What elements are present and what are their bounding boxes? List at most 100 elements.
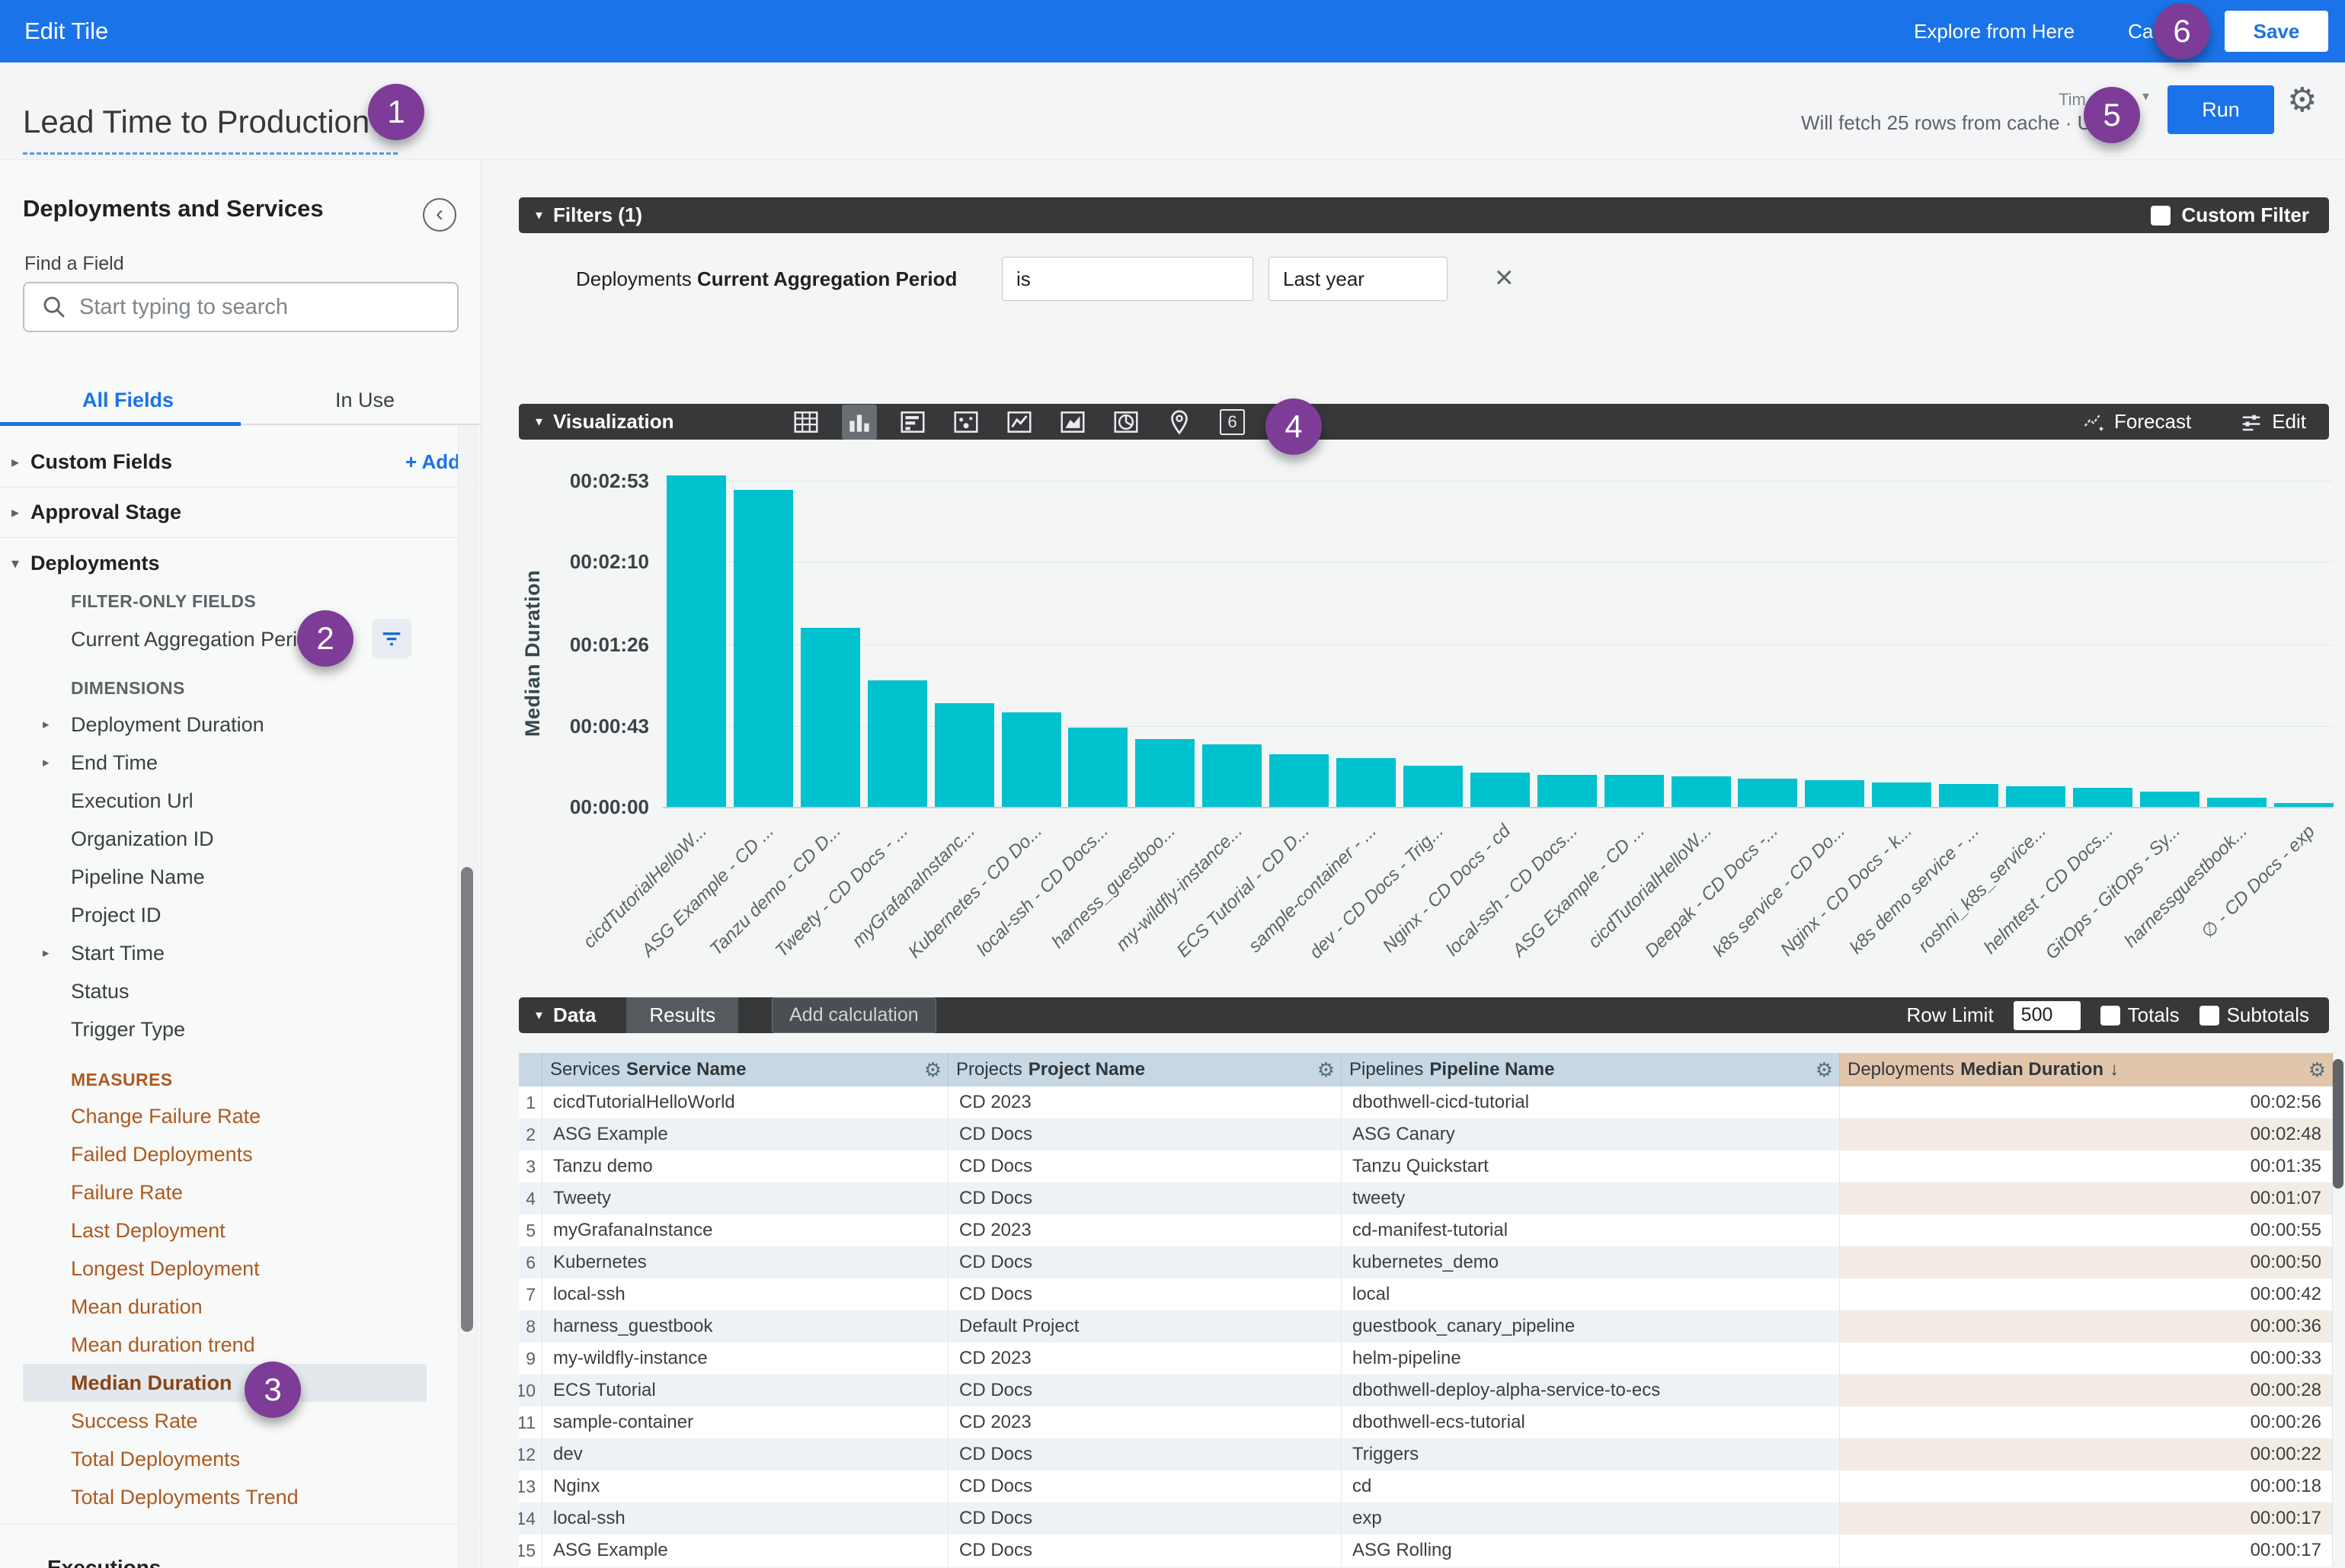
bar[interactable]	[1738, 779, 1797, 807]
table-row[interactable]: 1cicdTutorialHelloWorldCD 2023dbothwell-…	[519, 1086, 2333, 1118]
viz-area-chart-icon[interactable]	[1055, 405, 1090, 440]
results-tab[interactable]: Results	[626, 997, 738, 1033]
bar[interactable]	[1672, 776, 1731, 807]
table-row[interactable]: 3Tanzu demoCD DocsTanzu Quickstart00:01:…	[519, 1150, 2333, 1182]
table-row[interactable]: 8harness_guestbookDefault Projectguestbo…	[519, 1310, 2333, 1342]
bar[interactable]	[1269, 754, 1329, 807]
bar[interactable]	[2006, 786, 2065, 807]
measure-item[interactable]: Last Deployment	[0, 1211, 460, 1250]
bar[interactable]	[1202, 744, 1262, 807]
column-gear-icon[interactable]: ⚙	[1816, 1058, 1833, 1082]
bar-chart[interactable]: Median Duration 00:00:0000:00:4300:01:26…	[481, 440, 2345, 997]
forecast-button[interactable]: Forecast	[2082, 410, 2191, 434]
bar[interactable]	[1470, 773, 1530, 807]
viz-column-chart-icon[interactable]	[842, 405, 877, 440]
bar[interactable]	[1604, 775, 1664, 807]
bar[interactable]	[2207, 798, 2267, 807]
bar[interactable]	[935, 703, 994, 807]
viz-bar-chart-icon[interactable]	[895, 405, 930, 440]
visualization-section-header[interactable]: ▾ Visualization	[519, 404, 2329, 440]
run-button[interactable]: Run	[2167, 85, 2274, 134]
viz-table-icon[interactable]	[789, 405, 824, 440]
viz-map-icon[interactable]	[1162, 405, 1197, 440]
dimension-item[interactable]: Trigger Type	[0, 1010, 460, 1048]
save-button[interactable]: Save	[2225, 11, 2328, 52]
table-row[interactable]: 13NginxCD Docscd00:00:18	[519, 1470, 2333, 1502]
column-header[interactable]: ServicesService Name⚙	[542, 1053, 949, 1086]
bar[interactable]	[1403, 766, 1463, 807]
table-row[interactable]: 9my-wildfly-instanceCD 2023helm-pipeline…	[519, 1342, 2333, 1374]
table-row[interactable]: 12devCD DocsTriggers00:00:22	[519, 1438, 2333, 1470]
dimension-item[interactable]: Execution Url	[0, 782, 460, 820]
bar[interactable]	[1537, 775, 1597, 807]
group-deployments[interactable]: ▾ Deployments 2	[0, 538, 481, 588]
table-row[interactable]: 6KubernetesCD Docskubernetes_demo00:00:5…	[519, 1246, 2333, 1278]
dimension-item[interactable]: Project ID	[0, 896, 460, 934]
measure-item[interactable]: Failed Deployments	[0, 1135, 460, 1173]
table-row[interactable]: 5myGrafanaInstanceCD 2023cd-manifest-tut…	[519, 1214, 2333, 1246]
dimension-item[interactable]: ▸End Time	[0, 744, 460, 782]
group-custom-fields[interactable]: ▸ Custom Fields + Add	[0, 437, 481, 488]
collapse-sidebar-icon[interactable]: ‹	[423, 198, 456, 232]
sidebar-scrollbar-thumb[interactable]	[461, 867, 473, 1332]
tab-in-use[interactable]: In Use	[335, 389, 395, 412]
dimension-item[interactable]: Pipeline Name	[0, 858, 460, 896]
viz-single-value-icon[interactable]: 6	[1215, 405, 1250, 440]
bar[interactable]	[1068, 728, 1128, 807]
measure-item[interactable]: Mean duration trend	[0, 1326, 460, 1364]
measure-item[interactable]: Failure Rate	[0, 1173, 460, 1211]
bar[interactable]	[2073, 788, 2132, 807]
add-custom-field-link[interactable]: + Add	[405, 450, 460, 474]
measure-item[interactable]: Change Failure Rate	[0, 1097, 460, 1135]
measure-item[interactable]: Success Rate	[0, 1402, 460, 1440]
table-row[interactable]: 14local-sshCD Docsexp00:00:17	[519, 1502, 2333, 1534]
bar[interactable]	[1002, 712, 1061, 807]
custom-filter-toggle[interactable]: Custom Filter	[2151, 203, 2309, 227]
remove-filter-icon[interactable]: ×	[1495, 259, 1514, 296]
filter-operator-select[interactable]: is	[1002, 257, 1253, 301]
table-row[interactable]: 7local-sshCD Docslocal00:00:42	[519, 1278, 2333, 1310]
table-row[interactable]: 11sample-containerCD 2023dbothwell-ecs-t…	[519, 1406, 2333, 1438]
column-gear-icon[interactable]: ⚙	[924, 1058, 942, 1082]
table-scrollbar-thumb[interactable]	[2333, 1059, 2343, 1189]
table-row[interactable]: 4TweetyCD Docstweety00:01:07	[519, 1182, 2333, 1214]
bar[interactable]	[1872, 782, 1931, 807]
viz-line-chart-icon[interactable]	[1002, 405, 1037, 440]
dimension-item[interactable]: ▸Deployment Duration	[0, 706, 460, 744]
filter-value-select[interactable]: Last year	[1268, 257, 1448, 301]
dimension-item[interactable]: Organization ID	[0, 820, 460, 858]
bar[interactable]	[1939, 784, 1998, 807]
bar[interactable]	[1336, 758, 1396, 807]
bar[interactable]	[734, 490, 793, 807]
bar[interactable]	[2140, 792, 2199, 807]
viz-scatter-icon[interactable]	[949, 405, 984, 440]
bar[interactable]	[868, 680, 927, 807]
bar[interactable]	[1135, 739, 1195, 807]
column-gear-icon[interactable]: ⚙	[1317, 1058, 1335, 1082]
field-search-box[interactable]	[23, 282, 459, 332]
subtotals-toggle[interactable]: Subtotals	[2199, 1003, 2309, 1027]
column-header[interactable]: PipelinesPipeline Name⚙	[1342, 1053, 1840, 1086]
field-search-input[interactable]	[79, 295, 414, 320]
custom-filter-checkbox[interactable]	[2151, 206, 2171, 226]
bar[interactable]	[801, 628, 860, 807]
bar[interactable]	[667, 475, 726, 807]
measure-item[interactable]: Total Deployments	[0, 1440, 460, 1478]
table-row[interactable]: 15ASG ExampleCD DocsASG Rolling00:00:17	[519, 1534, 2333, 1566]
explore-from-here-link[interactable]: Explore from Here	[1914, 20, 2075, 43]
measure-item[interactable]: Median Duration	[23, 1364, 427, 1402]
timezone-dropdown[interactable]: Tim	[2059, 90, 2086, 110]
edit-viz-button[interactable]: Edit	[2240, 410, 2306, 434]
subtotals-checkbox[interactable]	[2199, 1006, 2219, 1026]
totals-checkbox[interactable]	[2100, 1006, 2120, 1026]
tab-all-fields[interactable]: All Fields	[82, 389, 174, 412]
table-row[interactable]: 2ASG ExampleCD DocsASG Canary00:02:48	[519, 1118, 2333, 1150]
tile-title-input[interactable]: Lead Time to Production	[23, 104, 370, 140]
dimension-item[interactable]: Status	[0, 972, 460, 1010]
column-gear-icon[interactable]: ⚙	[2308, 1058, 2326, 1082]
partial-group-label[interactable]: Executions	[47, 1556, 161, 1568]
viz-pie-chart-icon[interactable]	[1109, 405, 1144, 440]
settings-gear-icon[interactable]: ⚙	[2287, 81, 2317, 120]
table-row[interactable]: 10ECS TutorialCD Docsdbothwell-deploy-al…	[519, 1374, 2333, 1406]
measure-item[interactable]: Total Deployments Trend	[0, 1478, 460, 1516]
